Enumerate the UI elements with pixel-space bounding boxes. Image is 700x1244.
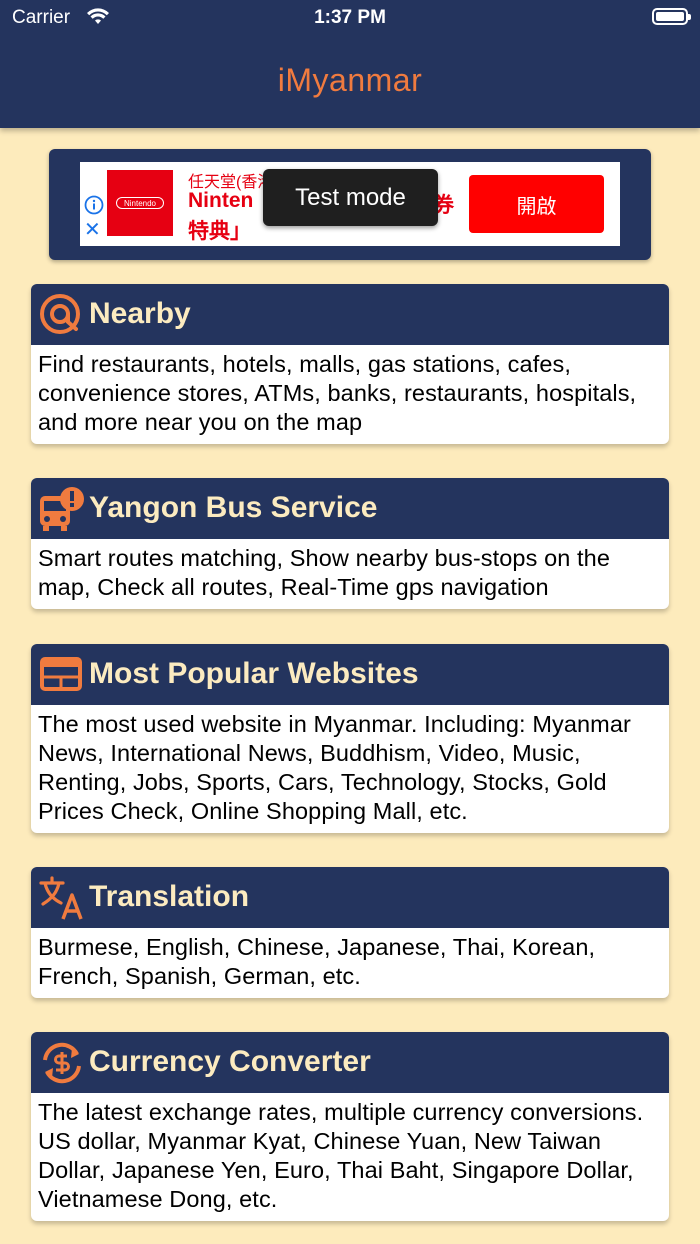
card-popular-websites[interactable]: Most Popular Websites The most used webs… [31,644,669,833]
nintendo-logo: Nintendo [107,170,173,236]
logo-text: Nintendo [116,197,164,209]
card-description: The most used website in Myanmar. Includ… [38,711,631,824]
card-description: Find restaurants, hotels, malls, gas sta… [38,351,637,435]
ad-line-3: 特典」 [188,220,251,243]
currency-exchange-icon [39,1040,83,1084]
ad-open-button[interactable]: 開啟 [469,175,604,233]
at-location-icon [39,292,83,336]
card-description: Smart routes matching, Show nearby bus-s… [38,545,611,600]
card-title: Most Popular Websites [89,657,419,690]
card-title: Translation [89,880,250,913]
card-header[interactable]: Currency Converter [31,1032,669,1093]
card-description: The latest exchange rates, multiple curr… [38,1099,644,1212]
test-mode-toast: Test mode [263,169,438,226]
navigation-bar: Carrier 1:37 PM iMyanmar [0,0,700,128]
browser-window-icon [39,652,83,696]
card-title: Nearby [89,297,191,330]
bus-alert-icon [39,486,84,531]
card-currency-converter[interactable]: Currency Converter The latest exchange r… [31,1032,669,1221]
card-description: Burmese, English, Chinese, Japanese, Tha… [38,934,596,989]
card-header[interactable]: Nearby [31,284,669,345]
card-header[interactable]: Yangon Bus Service [31,478,669,539]
card-header[interactable]: Translation [31,867,669,928]
status-bar: Carrier 1:37 PM [0,0,700,36]
translate-icon [39,875,83,920]
page-title: iMyanmar [277,62,423,98]
card-nearby[interactable]: Nearby Find restaurants, hotels, malls, … [31,284,669,444]
card-yangon-bus[interactable]: Yangon Bus Service Smart routes matching… [31,478,669,609]
battery-icon [652,8,691,25]
ad-close-icon[interactable]: ✕ [84,220,101,240]
ad-line-2: Ninten [188,189,254,212]
card-translation[interactable]: Translation Burmese, English, Chinese, J… [31,867,669,998]
clock: 1:37 PM [314,7,386,28]
card-header[interactable]: Most Popular Websites [31,644,669,705]
card-title: Currency Converter [89,1045,371,1078]
card-title: Yangon Bus Service [89,491,378,524]
ad-info-icon[interactable] [84,195,104,215]
